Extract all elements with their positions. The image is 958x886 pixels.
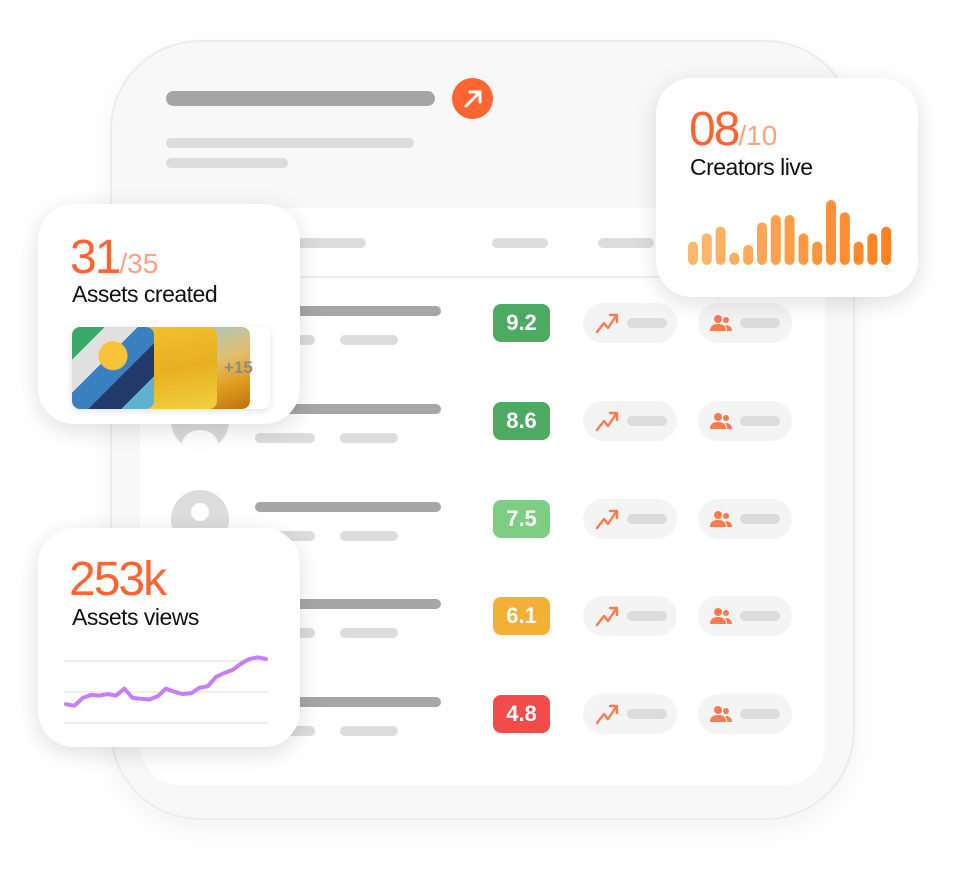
score-badge: 7.5 [493, 500, 550, 538]
arrow-up-right-icon [464, 90, 481, 107]
views-count: 253k [69, 553, 167, 606]
assets-created-card: 31/35 Assets created +15 [38, 204, 300, 424]
column-header [290, 238, 366, 248]
creators-bar [826, 200, 836, 265]
asset-thumbnails[interactable]: +15 [72, 327, 270, 409]
users-icon [710, 413, 732, 429]
views-line [64, 655, 268, 708]
meta-placeholder [255, 433, 315, 443]
users-icon [710, 315, 732, 331]
meta-placeholder [340, 726, 398, 736]
trending-up-icon [595, 509, 619, 530]
trending-up-icon [595, 313, 619, 334]
assets-label: Assets created [72, 281, 218, 307]
creators-bar [812, 241, 823, 265]
creators-bar [701, 233, 712, 265]
creators-live-card: 08/10 Creators live [656, 78, 918, 297]
column-header [598, 238, 654, 248]
creators-bar [757, 222, 767, 265]
trend-pill[interactable] [583, 694, 677, 734]
creators-bar [798, 233, 809, 265]
meta-placeholder [340, 335, 398, 345]
audience-pill[interactable] [698, 499, 792, 539]
meta-placeholder [340, 433, 398, 443]
users-icon [710, 706, 732, 722]
trending-up-icon [595, 411, 619, 432]
creators-bar [743, 245, 754, 265]
users-icon [710, 511, 732, 527]
subtitle-placeholder [166, 138, 414, 148]
creators-bar [839, 212, 850, 265]
audience-pill[interactable] [698, 596, 792, 636]
users-icon [710, 608, 732, 624]
title-placeholder [166, 91, 435, 106]
creators-bar-chart [688, 200, 892, 265]
trending-up-icon [595, 704, 619, 725]
views-line-chart [64, 655, 268, 724]
creators-bar [881, 226, 892, 265]
creators-count: 08/10 [689, 103, 778, 156]
trend-pill[interactable] [583, 401, 677, 441]
trend-pill[interactable] [583, 499, 677, 539]
creators-bar [688, 241, 698, 265]
audience-pill[interactable] [698, 401, 792, 441]
trend-pill[interactable] [583, 303, 677, 343]
audience-pill[interactable] [698, 303, 792, 343]
more-assets-count[interactable]: +15 [224, 358, 253, 378]
name-placeholder [255, 502, 441, 512]
subtitle-placeholder [166, 158, 288, 168]
score-badge: 4.8 [493, 695, 550, 733]
column-header [492, 238, 548, 248]
thumbnail-emoji-balloons[interactable] [72, 327, 154, 409]
views-label: Assets views [72, 604, 199, 630]
creators-bar [715, 226, 726, 265]
trend-pill[interactable] [583, 596, 677, 636]
assets-views-card: 253k Assets views [38, 528, 300, 747]
creators-label: Creators live [690, 154, 813, 180]
creators-bar [784, 215, 795, 265]
creators-bar [729, 252, 740, 265]
meta-placeholder [340, 531, 398, 541]
open-button[interactable] [452, 78, 493, 119]
creators-bar [770, 215, 781, 265]
creators-bar [867, 233, 878, 265]
score-badge: 8.6 [493, 402, 550, 440]
creators-bar [853, 241, 864, 265]
meta-placeholder [340, 628, 398, 638]
score-badge: 9.2 [493, 304, 550, 342]
score-badge: 6.1 [493, 597, 550, 635]
assets-count: 31/35 [70, 231, 159, 284]
trending-up-icon [595, 606, 619, 627]
audience-pill[interactable] [698, 694, 792, 734]
